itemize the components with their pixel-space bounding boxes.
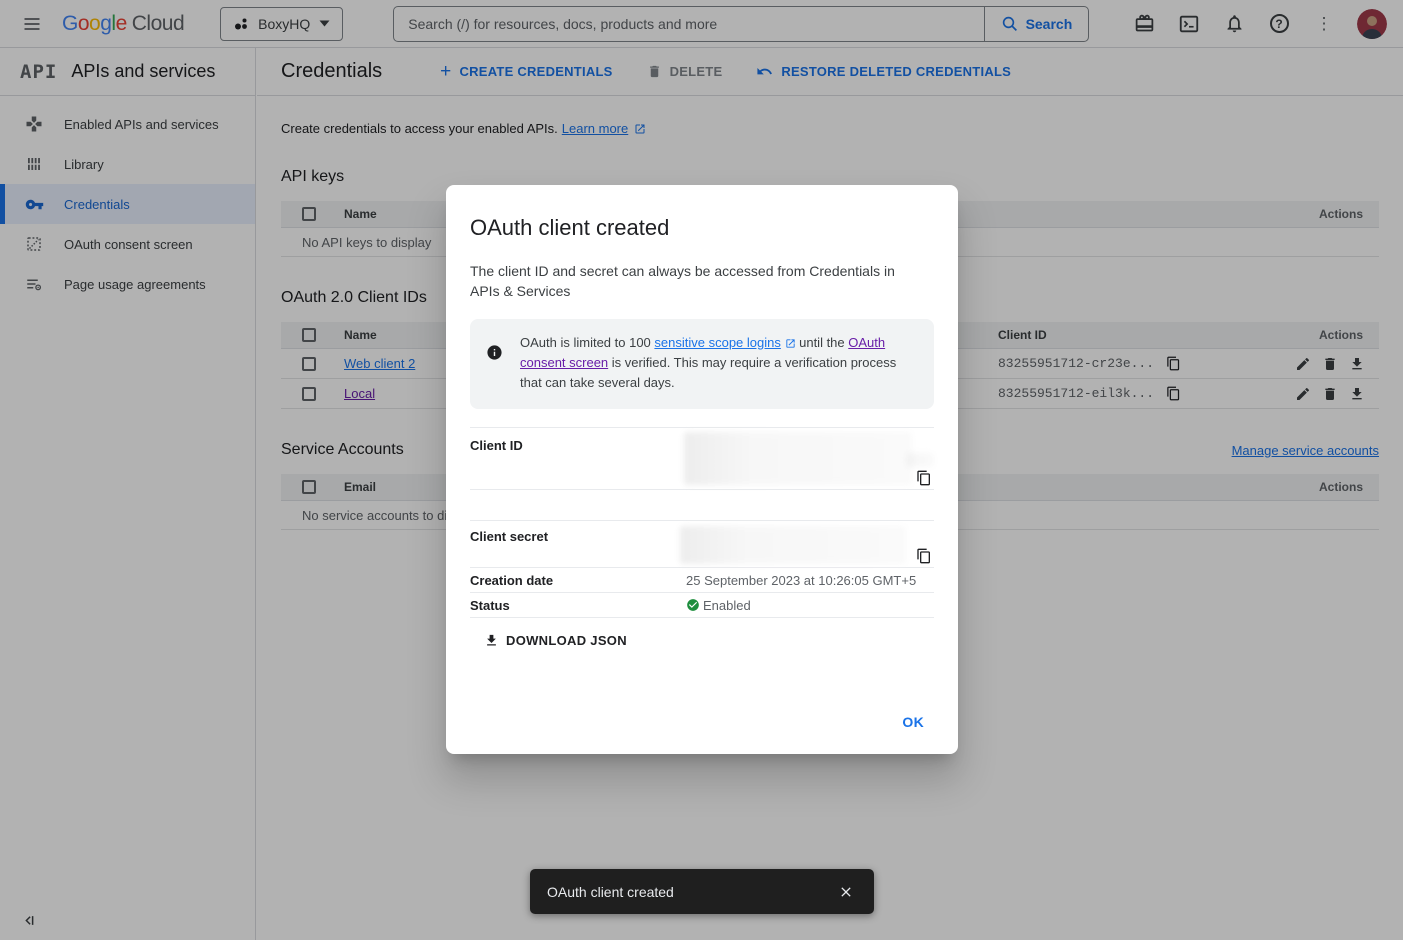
row-spacer	[470, 490, 934, 520]
download-json-label: DOWNLOAD JSON	[506, 633, 627, 648]
creation-date-row: Creation date 25 September 2023 at 10:26…	[470, 568, 934, 593]
oauth-client-created-dialog: OAuth client created The client ID and s…	[446, 185, 958, 754]
creation-date-label: Creation date	[470, 573, 686, 588]
dialog-description: The client ID and secret can always be a…	[470, 261, 910, 301]
client-id-redacted-value	[907, 453, 934, 467]
ok-button[interactable]: OK	[894, 708, 932, 736]
toast: OAuth client created	[530, 869, 874, 914]
creation-date-value: 25 September 2023 at 10:26:05 GMT+5	[686, 573, 916, 588]
copy-icon[interactable]	[916, 470, 932, 486]
info-icon	[486, 344, 503, 393]
status-row: Status Enabled	[470, 593, 934, 618]
dialog-notice: OAuth is limited to 100 sensitive scope …	[470, 319, 934, 409]
dialog-fields: Client ID Client secret Creation date 25…	[470, 427, 934, 618]
external-link-icon	[785, 338, 796, 349]
client-id-row: Client ID	[470, 427, 934, 490]
status-label: Status	[470, 598, 686, 613]
client-secret-label: Client secret	[470, 529, 548, 544]
client-id-label: Client ID	[470, 438, 523, 453]
download-json-button[interactable]: DOWNLOAD JSON	[484, 633, 627, 648]
client-secret-redacted-value	[680, 526, 906, 564]
download-icon	[484, 633, 499, 648]
check-circle-icon	[686, 598, 700, 612]
close-icon[interactable]	[832, 878, 860, 906]
notice-text: OAuth is limited to 100 sensitive scope …	[520, 333, 918, 393]
copy-icon[interactable]	[916, 548, 932, 564]
status-value: Enabled	[703, 598, 751, 613]
client-secret-row: Client secret	[470, 520, 934, 568]
dialog-title: OAuth client created	[470, 215, 934, 241]
toast-message: OAuth client created	[547, 884, 674, 900]
notice-part1: OAuth is limited to 100	[520, 335, 654, 350]
sensitive-scope-logins-link[interactable]: sensitive scope logins	[654, 335, 780, 350]
notice-part2: until the	[796, 335, 849, 350]
client-id-redacted-value	[684, 432, 912, 485]
